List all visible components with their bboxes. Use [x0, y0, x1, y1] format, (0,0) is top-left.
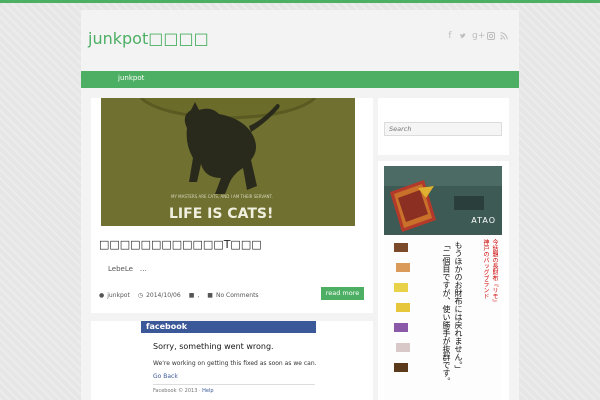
post-thumbnail[interactable]: MY MASTERS ARE CATS, AND I AM THEIR SERV…	[101, 98, 355, 226]
post-author: ● junkpot	[99, 292, 130, 299]
facebook-help-link[interactable]: Help	[202, 388, 213, 394]
post-date: ◷ 2014/10/06	[138, 292, 181, 299]
nav-item-junkpot[interactable]: junkpot	[118, 74, 144, 82]
ad-brand: ATAO	[471, 216, 496, 225]
twitter-icon[interactable]	[459, 32, 467, 41]
ad-headline-1: 「二個目ですが、使い勝手が抜群です。	[442, 241, 451, 385]
facebook-error-title: Sorry, something went wrong.	[153, 342, 274, 351]
wallet-thumb	[396, 263, 410, 272]
shirt-small-caption: MY MASTERS ARE CATS, AND I AM THEIR SERV…	[171, 194, 273, 199]
post-comments: ■ No Comments	[207, 292, 258, 299]
post-category-text[interactable]: ,	[197, 292, 199, 299]
wallet-thumb	[394, 323, 408, 332]
shirt-caption: LIFE IS CATS!	[169, 206, 273, 222]
post-comments-link[interactable]: No Comments	[216, 292, 259, 299]
page-wrapper: junkpot□□□□ f g+ junkpot MY MASTERS ARE …	[81, 10, 519, 400]
wallet-thumb	[396, 343, 410, 352]
facebook-icon[interactable]: f	[446, 32, 454, 41]
search-input[interactable]	[384, 122, 502, 136]
ad-banner-image: ATAO	[384, 166, 502, 235]
facebook-footer-text: Facebook © 2013 ·	[153, 388, 203, 394]
clock-icon: ◷	[137, 291, 144, 299]
social-links: f g+	[446, 32, 508, 41]
search-widget	[378, 98, 509, 155]
post-excerpt: LebeLe …	[108, 265, 147, 273]
top-accent-bar	[0, 0, 600, 3]
wallet-thumb	[394, 283, 408, 292]
rss-icon[interactable]	[500, 32, 508, 41]
wallet-thumb	[394, 363, 408, 372]
facebook-go-back-link[interactable]: Go Back	[153, 373, 178, 380]
wallet-thumb	[394, 243, 408, 252]
site-title[interactable]: junkpot□□□□	[88, 29, 209, 48]
facebook-error-message: We're working on getting this fixed as s…	[153, 360, 317, 367]
cat-tshirt-image: MY MASTERS ARE CATS, AND I AM THEIR SERV…	[101, 98, 355, 226]
comment-icon: ■	[207, 291, 213, 299]
post-card: MY MASTERS ARE CATS, AND I AM THEIR SERV…	[91, 98, 373, 313]
sidebar-ad[interactable]: ATAO 神戸のバッグブランド 今話題の長財布『リモ』 「二個目ですが、使い勝手…	[378, 161, 509, 400]
post-author-name[interactable]: junkpot	[107, 292, 130, 299]
facebook-logo: facebook	[146, 322, 188, 331]
folder-icon: ■	[188, 291, 195, 299]
facebook-divider	[153, 384, 315, 385]
facebook-footer: Facebook © 2013 · Help	[153, 388, 214, 394]
post-category: ■ ,	[189, 292, 200, 299]
instagram-icon[interactable]	[487, 32, 495, 41]
read-more-button[interactable]: read more	[321, 287, 364, 300]
user-icon: ●	[99, 291, 105, 299]
google-plus-icon[interactable]: g+	[472, 32, 485, 41]
site-header: junkpot□□□□ f g+	[81, 10, 519, 71]
ad-copy: 神戸のバッグブランド 今話題の長財布『リモ』 「二個目ですが、使い勝手が抜群です…	[384, 235, 502, 400]
post-title[interactable]: □□□□□□□□□□□□T□□□	[99, 238, 262, 251]
ad-red-text-1: 神戸のバッグブランド	[482, 239, 489, 299]
ad-headline-2: もうほかのお財布には戻れません。」	[454, 241, 463, 373]
ad-red-text-2: 今話題の長財布『リモ』	[491, 239, 498, 305]
wallet-thumb	[396, 303, 410, 312]
facebook-header-bar: facebook	[141, 321, 316, 333]
post-date-text: 2014/10/06	[146, 291, 181, 299]
facebook-widget: facebook Sorry, something went wrong. We…	[91, 321, 373, 400]
post-meta: ● junkpot ◷ 2014/10/06 ■ , ■ No Comments	[99, 290, 267, 300]
main-nav: junkpot	[81, 71, 519, 88]
